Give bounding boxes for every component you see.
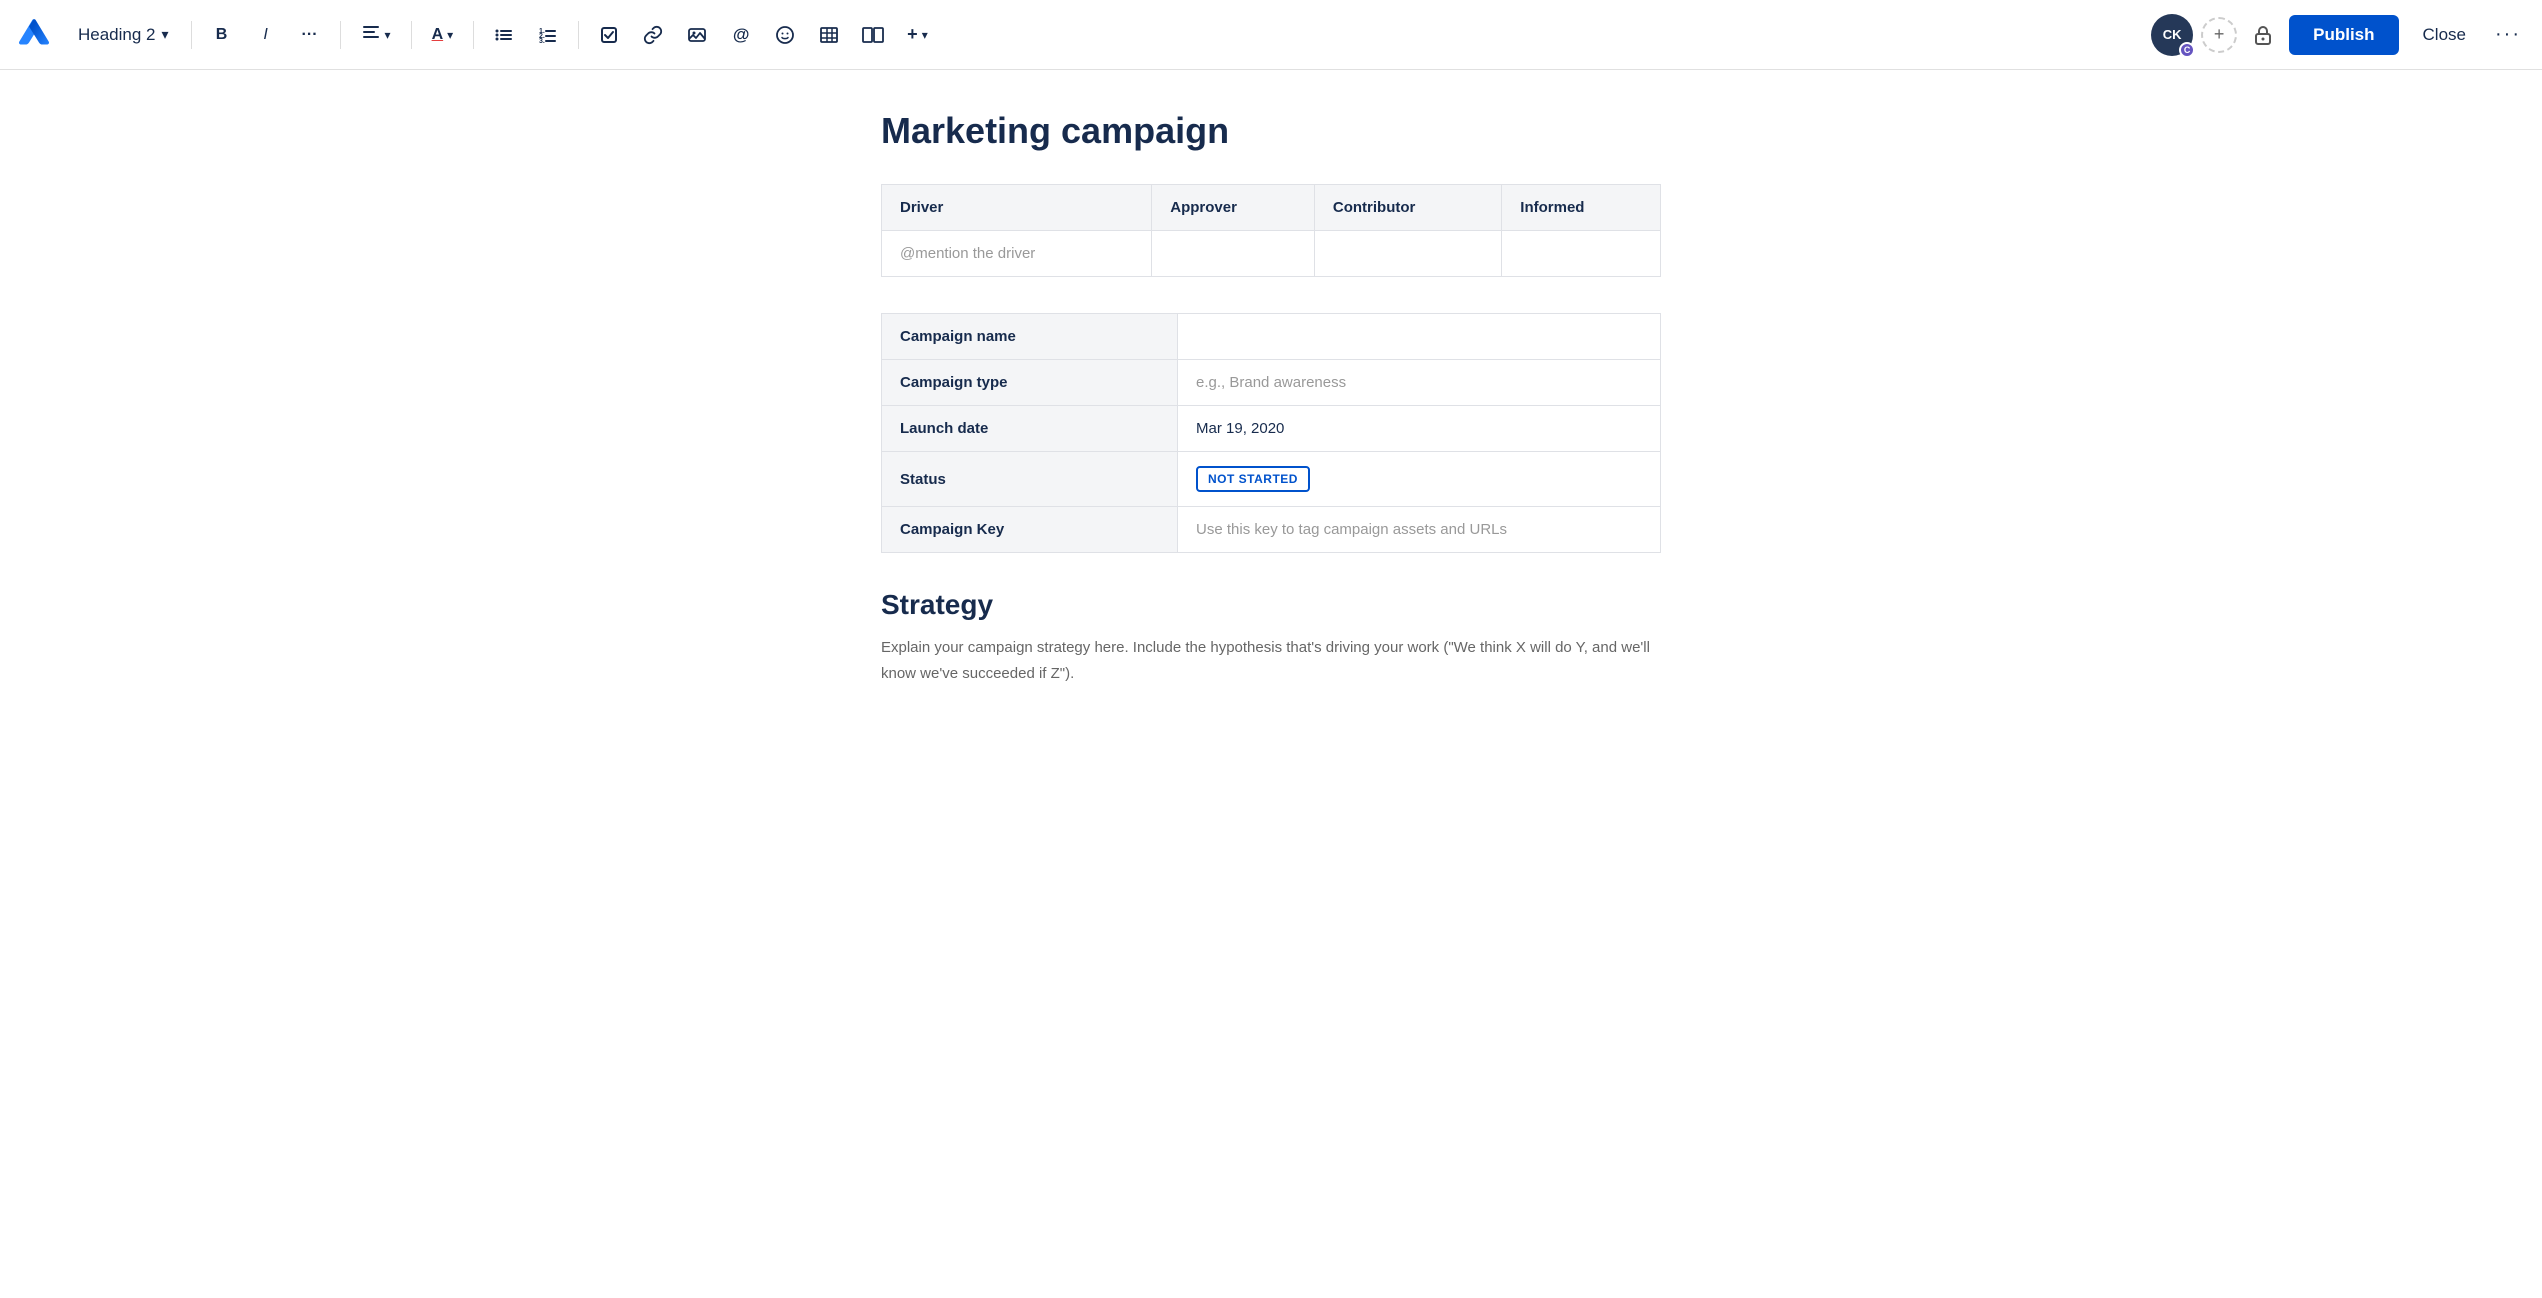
publish-button[interactable]: Publish xyxy=(2289,15,2398,55)
app-logo[interactable] xyxy=(16,17,52,53)
campaign-key-label: Campaign Key xyxy=(882,507,1178,553)
chevron-down-icon: ▾ xyxy=(162,26,169,43)
table-button[interactable] xyxy=(811,17,847,53)
status-value-cell[interactable]: NOT STARTED xyxy=(1178,452,1661,507)
lock-button[interactable] xyxy=(2245,17,2281,53)
image-button[interactable] xyxy=(679,17,715,53)
daci-contributor-cell[interactable] xyxy=(1314,231,1501,277)
more-options-button[interactable]: ··· xyxy=(2490,17,2526,53)
svg-text:3.: 3. xyxy=(539,38,545,45)
daci-informed-cell[interactable] xyxy=(1502,231,1661,277)
daci-driver-cell[interactable]: @mention the driver xyxy=(882,231,1152,277)
daci-row: @mention the driver xyxy=(882,231,1661,277)
status-row: Status NOT STARTED xyxy=(882,452,1661,507)
daci-header-informed: Informed xyxy=(1502,185,1661,231)
daci-table: Driver Approver Contributor Informed @me… xyxy=(881,184,1661,277)
align-icon xyxy=(361,22,381,47)
campaign-type-row: Campaign type e.g., Brand awareness xyxy=(882,360,1661,406)
divider-4 xyxy=(473,21,474,49)
strategy-body: Explain your campaign strategy here. Inc… xyxy=(881,635,1661,686)
daci-header-driver: Driver xyxy=(882,185,1152,231)
plus-icon: + xyxy=(907,24,918,45)
insert-chevron-icon: ▾ xyxy=(922,28,928,42)
numbered-list-button[interactable]: 1.2.3. xyxy=(530,17,566,53)
divider-1 xyxy=(191,21,192,49)
text-color-button[interactable]: A ▾ xyxy=(424,20,462,50)
avatar-initials: CK xyxy=(2163,27,2182,42)
plus-icon: + xyxy=(2214,24,2225,45)
launch-date-label: Launch date xyxy=(882,406,1178,452)
align-chevron-icon: ▾ xyxy=(385,28,391,42)
divider-2 xyxy=(340,21,341,49)
text-color-chevron-icon: ▾ xyxy=(447,28,453,42)
italic-button[interactable]: I xyxy=(248,17,284,53)
text-color-icon: A xyxy=(432,26,444,44)
collaborators-group: CK C + xyxy=(2151,14,2237,56)
mention-button[interactable]: @ xyxy=(723,17,759,53)
emoji-button[interactable] xyxy=(767,17,803,53)
bullet-list-button[interactable] xyxy=(486,17,522,53)
divider-3 xyxy=(411,21,412,49)
campaign-type-value[interactable]: e.g., Brand awareness xyxy=(1178,360,1661,406)
campaign-name-label: Campaign name xyxy=(882,314,1178,360)
daci-approver-cell[interactable] xyxy=(1152,231,1315,277)
campaign-name-row: Campaign name xyxy=(882,314,1661,360)
campaign-name-value[interactable] xyxy=(1178,314,1661,360)
user-avatar[interactable]: CK C xyxy=(2151,14,2193,56)
avatar-badge-letter: C xyxy=(2184,45,2191,55)
status-badge[interactable]: NOT STARTED xyxy=(1196,466,1310,492)
bold-button[interactable]: B xyxy=(204,17,240,53)
align-button[interactable]: ▾ xyxy=(353,16,399,53)
insert-button[interactable]: + ▾ xyxy=(899,18,936,51)
page-content: Marketing campaign Driver Approver Contr… xyxy=(821,70,1721,726)
more-options-icon: ··· xyxy=(2495,23,2521,46)
daci-header-approver: Approver xyxy=(1152,185,1315,231)
heading-style-selector[interactable]: Heading 2 ▾ xyxy=(68,19,179,51)
link-button[interactable] xyxy=(635,17,671,53)
launch-date-row: Launch date Mar 19, 2020 xyxy=(882,406,1661,452)
strategy-heading: Strategy xyxy=(881,589,1661,621)
layout-button[interactable] xyxy=(855,17,891,53)
toolbar: Heading 2 ▾ B I ··· ▾ A ▾ 1.2.3. xyxy=(0,0,2542,70)
campaign-info-table: Campaign name Campaign type e.g., Brand … xyxy=(881,313,1661,553)
campaign-key-value[interactable]: Use this key to tag campaign assets and … xyxy=(1178,507,1661,553)
add-user-button[interactable]: + xyxy=(2201,17,2237,53)
campaign-type-label: Campaign type xyxy=(882,360,1178,406)
heading-style-label: Heading 2 xyxy=(78,25,156,45)
divider-5 xyxy=(578,21,579,49)
task-button[interactable] xyxy=(591,17,627,53)
page-title: Marketing campaign xyxy=(881,110,1661,152)
daci-header-contributor: Contributor xyxy=(1314,185,1501,231)
status-label: Status xyxy=(882,452,1178,507)
avatar-badge: C xyxy=(2179,42,2195,58)
campaign-key-row: Campaign Key Use this key to tag campaig… xyxy=(882,507,1661,553)
more-text-format-button[interactable]: ··· xyxy=(292,17,328,53)
launch-date-value[interactable]: Mar 19, 2020 xyxy=(1178,406,1661,452)
close-button[interactable]: Close xyxy=(2407,15,2482,55)
